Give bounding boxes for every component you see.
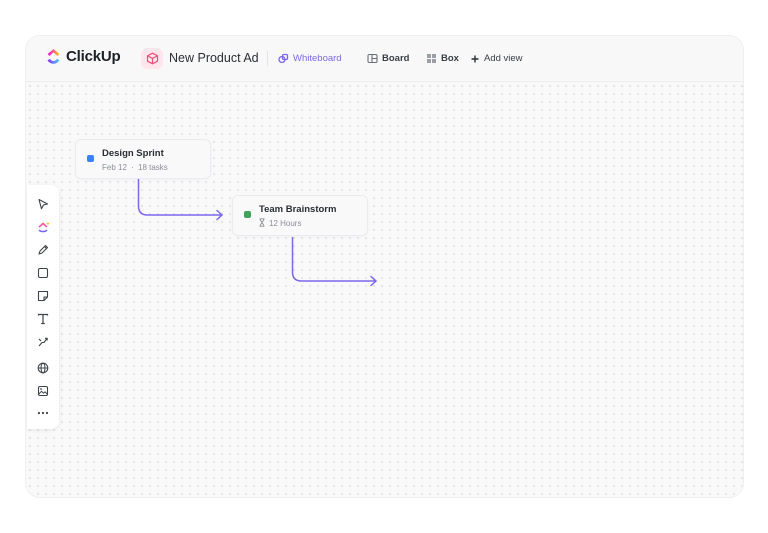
card-title: Team Brainstorm [259,204,337,215]
connector-brainstorm-out [291,237,376,282]
card-date: Feb 12 [102,163,127,172]
add-view-button[interactable]: Add view [470,48,523,69]
task-card-team-brainstorm[interactable]: Team Brainstorm 12 Hours [232,195,368,236]
card-duration: 12 Hours [269,219,302,228]
clickup-logo-icon [47,49,60,64]
tab-box-label: Box [441,53,459,64]
add-view-label: Add view [484,53,523,64]
app-window: ClickUp New Product Ad Whiteboard Board [26,36,743,497]
card-meta-separator: · [131,163,134,172]
whiteboard-icon [278,53,289,64]
tab-board[interactable]: Board [367,48,409,69]
header-divider [267,51,268,66]
plus-icon [471,55,479,62]
status-dot-green [244,211,251,218]
brand-name: ClickUp [66,48,121,65]
cube-icon [146,52,158,65]
board-icon [367,53,378,64]
connector-design-to-brainstorm [137,178,222,216]
card-title: Design Sprint [102,148,164,159]
clickup-logo[interactable]: ClickUp [46,48,121,65]
card-task-count: 18 tasks [138,163,168,172]
project-cube-icon[interactable] [141,48,163,69]
status-dot-blue [87,155,94,162]
tab-box[interactable]: Box [426,48,459,69]
project-title: New Product Ad [169,51,259,65]
tab-whiteboard[interactable]: Whiteboard [278,48,342,69]
task-card-design-sprint[interactable]: Design Sprint Feb 12 · 18 tasks [75,139,211,179]
header-bar: ClickUp New Product Ad Whiteboard Board [26,36,743,82]
hourglass-icon [259,218,265,227]
tab-board-label: Board [382,53,410,64]
tab-whiteboard-label: Whiteboard [293,53,342,64]
box-icon [427,54,436,63]
whiteboard-canvas[interactable]: Design Sprint Feb 12 · 18 tasks Team Bra… [26,82,743,497]
